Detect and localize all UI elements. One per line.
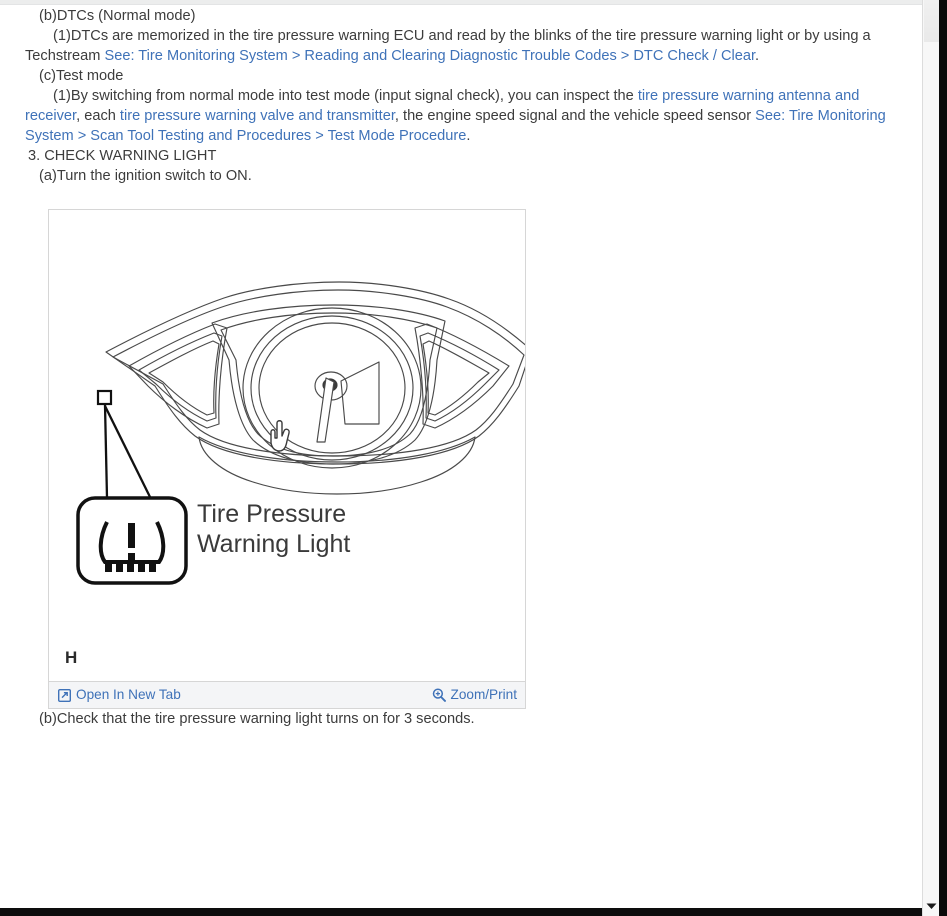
figure-panel: Tire Pressure Warning Light H Open In Ne… bbox=[48, 209, 526, 709]
callout-label-line-2: Warning Light bbox=[197, 530, 350, 558]
section-c-item-1: (1)By switching from normal mode into te… bbox=[25, 86, 896, 146]
chevron-down-icon bbox=[926, 897, 937, 915]
callout-anchor-marker bbox=[96, 389, 113, 406]
section-c-item-1-text-3: , the engine speed signal and the vehicl… bbox=[394, 108, 756, 124]
page-bottom-edge bbox=[0, 908, 922, 916]
section-c-item-1-text-1: (1)By switching from normal mode into te… bbox=[53, 88, 638, 104]
section-b-item-1-period: . bbox=[755, 48, 760, 64]
section-c-label: (c)Test mode bbox=[39, 68, 124, 84]
section-3-step-a: (a)Turn the ignition switch to ON. bbox=[39, 168, 252, 184]
section-c-item-1-period: . bbox=[466, 128, 471, 144]
open-in-new-tab-button[interactable]: Open In New Tab bbox=[58, 688, 181, 702]
section-b-label: (b)DTCs (Normal mode) bbox=[39, 8, 196, 24]
section-c-item-1-text-2: , each bbox=[76, 108, 120, 124]
callout-label-line-1: Tire Pressure bbox=[197, 500, 346, 528]
section-3-heading: 3. CHECK WARNING LIGHT bbox=[28, 148, 217, 164]
instrument-cluster-drawing: Tire Pressure Warning Light bbox=[76, 281, 525, 585]
window-scrollbar-down-button[interactable] bbox=[923, 896, 940, 916]
pointing-hand-cursor bbox=[270, 420, 290, 452]
figure-corner-mark: H bbox=[65, 648, 78, 667]
window-scrollbar[interactable] bbox=[922, 0, 947, 916]
browser-viewport: (b)DTCs (Normal mode) (1)DTCs are memori… bbox=[0, 0, 947, 916]
zoom-print-button[interactable]: Zoom/Print bbox=[432, 688, 517, 702]
open-in-new-tab-icon bbox=[58, 688, 71, 702]
section-3-step-b: (b)Check that the tire pressure warning … bbox=[39, 711, 475, 727]
document-content: (b)DTCs (Normal mode) (1)DTCs are memori… bbox=[0, 6, 910, 729]
open-in-new-tab-label: Open In New Tab bbox=[76, 687, 181, 703]
zoom-print-label: Zoom/Print bbox=[450, 687, 517, 703]
magnifier-plus-icon bbox=[432, 688, 446, 702]
window-scrollbar-thumb[interactable] bbox=[924, 0, 940, 42]
page-top-edge bbox=[0, 0, 922, 5]
section-b-item-1: (1)DTCs are memorized in the tire pressu… bbox=[25, 26, 896, 66]
document-pane: (b)DTCs (Normal mode) (1)DTCs are memori… bbox=[0, 6, 910, 909]
window-edge-shadow bbox=[939, 0, 947, 916]
link-dtc-check-clear[interactable]: See: Tire Monitoring System > Reading an… bbox=[104, 48, 755, 64]
link-valve-transmitter[interactable]: tire pressure warning valve and transmit… bbox=[120, 108, 395, 124]
figure-illustration: Tire Pressure Warning Light bbox=[49, 210, 525, 678]
tire-pressure-warning-light-symbol bbox=[76, 496, 188, 585]
figure-toolbar: Open In New Tab Zoom/Print bbox=[49, 681, 525, 708]
